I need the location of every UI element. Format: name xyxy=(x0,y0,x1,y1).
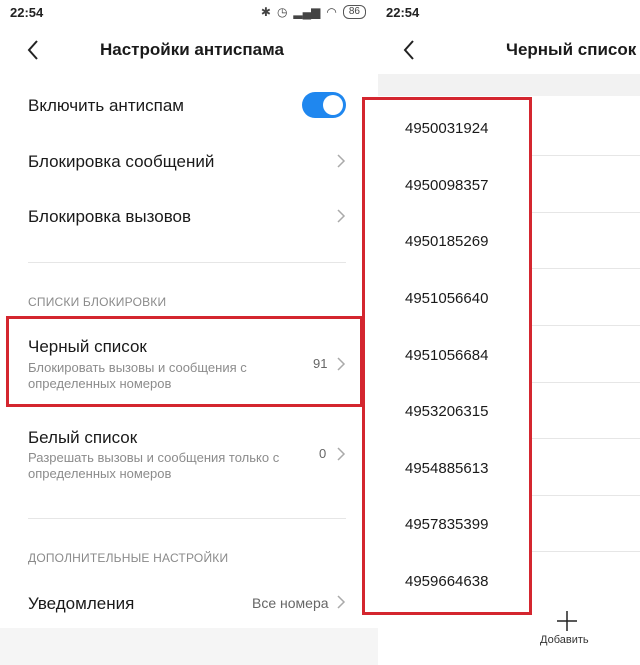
whitelist-title[interactable]: Белый список xyxy=(28,428,137,448)
bluetooth-icon: ✱ xyxy=(260,5,271,19)
chevron-right-icon xyxy=(337,595,346,609)
enable-antispam-toggle[interactable] xyxy=(302,92,346,118)
divider xyxy=(530,155,640,156)
divider xyxy=(530,551,640,552)
status-time: 22:54 xyxy=(386,5,420,20)
notifications-value: Все номера xyxy=(252,595,329,611)
back-arrow-icon[interactable] xyxy=(398,36,422,64)
divider xyxy=(530,495,640,496)
blacklist-highlight xyxy=(6,316,363,407)
block-calls-label[interactable]: Блокировка вызовов xyxy=(28,207,191,227)
divider xyxy=(530,325,640,326)
section-blocklists: СПИСКИ БЛОКИРОВКИ xyxy=(28,295,167,309)
add-button-label[interactable]: Добавить xyxy=(540,634,589,646)
divider xyxy=(28,262,346,263)
bottom-area xyxy=(0,628,378,665)
system-icons: ✱ ◷ ▂▄▆ ◠ 86 xyxy=(261,5,366,19)
whitelist-subtitle: Разрешать вызовы и сообщения только с оп… xyxy=(28,450,280,481)
alarm-icon: ◷ xyxy=(276,5,288,19)
divider xyxy=(28,518,346,519)
section-additional: ДОПОЛНИТЕЛЬНЫЕ НАСТРОЙКИ xyxy=(28,551,229,565)
chevron-right-icon xyxy=(337,447,346,461)
notifications-title[interactable]: Уведомления xyxy=(28,594,134,614)
numbers-highlight xyxy=(362,97,532,615)
chevron-right-icon xyxy=(337,154,346,168)
enable-antispam-label: Включить антиспам xyxy=(28,96,184,115)
page-title: Настройки антиспама xyxy=(100,40,284,59)
divider xyxy=(530,212,640,213)
status-time: 22:54 xyxy=(10,5,44,20)
list-header-gap xyxy=(378,74,640,96)
chevron-right-icon xyxy=(337,209,346,223)
status-bar: 22:54 ✱ ◷ ▂▄▆ ◠ 86 xyxy=(0,0,378,26)
whitelist-count: 0 xyxy=(319,446,327,461)
top-bar: Настройки антиспама xyxy=(0,26,378,74)
signal-icon: ▂▄▆ xyxy=(293,5,321,19)
page-title: Черный список xyxy=(506,40,637,59)
back-arrow-icon[interactable] xyxy=(22,36,46,64)
toggle-knob xyxy=(323,95,343,115)
add-icon[interactable] xyxy=(556,610,578,632)
block-messages-label[interactable]: Блокировка сообщений xyxy=(28,152,214,172)
divider xyxy=(530,268,640,269)
battery-icon: 86 xyxy=(342,5,366,19)
divider xyxy=(530,438,640,439)
divider xyxy=(530,382,640,383)
wifi-icon: ◠ xyxy=(326,5,337,19)
